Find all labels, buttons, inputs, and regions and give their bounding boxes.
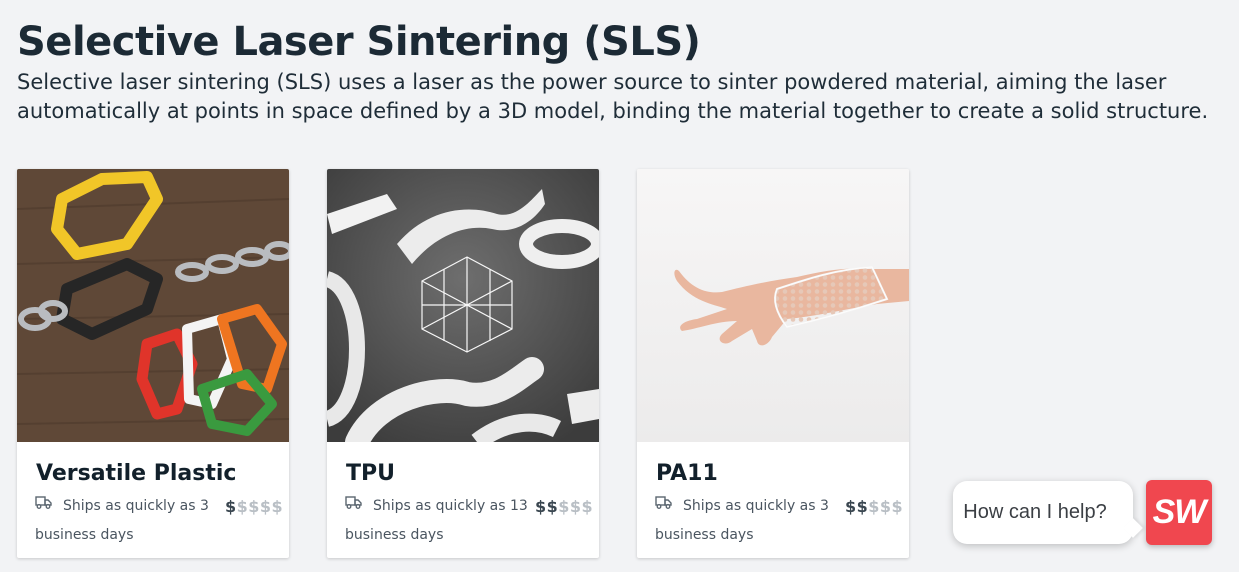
material-card-pa11[interactable]: PA11 Ships as quickly as 3 $$$$$ busines… (637, 169, 909, 558)
price-indicator: $$$$$ (225, 492, 283, 521)
price-active: $$ (845, 497, 869, 516)
material-card-tpu[interactable]: TPU Ships as quickly as 13 $$$$$ busines… (327, 169, 599, 558)
truck-icon (35, 496, 52, 509)
versatile-plastic-image (17, 169, 289, 442)
chat-prompt-bubble[interactable]: How can I help? (953, 481, 1143, 544)
price-inactive: $$$$ (236, 497, 284, 516)
material-name: PA11 (656, 461, 718, 486)
material-name: TPU (346, 461, 395, 486)
chat-launcher-button[interactable]: SW (1146, 480, 1212, 545)
ships-days-text: business days (655, 527, 754, 543)
price-inactive: $$$ (558, 497, 594, 516)
pa11-image (637, 169, 909, 442)
ships-quickly-text: Ships as quickly as 3 (63, 498, 209, 514)
chat-prompt-text: How can I help? (963, 501, 1107, 523)
tpu-image (327, 169, 599, 442)
material-name: Versatile Plastic (36, 461, 237, 486)
price-inactive: $$$ (868, 497, 904, 516)
ships-quickly-text: Ships as quickly as 3 (683, 498, 829, 514)
truck-icon (345, 496, 362, 509)
ships-days-text: business days (345, 527, 444, 543)
page-intro: Selective laser sintering (SLS) uses a l… (17, 70, 1209, 123)
truck-icon (655, 496, 672, 509)
price-active: $$ (535, 497, 559, 516)
shipping-info: Ships as quickly as 3 $$$$$ business day… (35, 492, 283, 555)
ships-days-text: business days (35, 527, 134, 543)
shipping-info: Ships as quickly as 3 $$$$$ business day… (655, 492, 903, 555)
shipping-info: Ships as quickly as 13 $$$$$ business da… (345, 492, 593, 555)
price-indicator: $$$$$ (845, 492, 903, 521)
price-indicator: $$$$$ (535, 492, 593, 521)
material-card-versatile-plastic[interactable]: Versatile Plastic Ships as quickly as 3 … (17, 169, 289, 558)
chat-bubble-tail (1123, 518, 1143, 538)
price-active: $ (225, 497, 237, 516)
page-title: Selective Laser Sintering (SLS) (17, 19, 701, 65)
ships-quickly-text: Ships as quickly as 13 (373, 498, 528, 514)
